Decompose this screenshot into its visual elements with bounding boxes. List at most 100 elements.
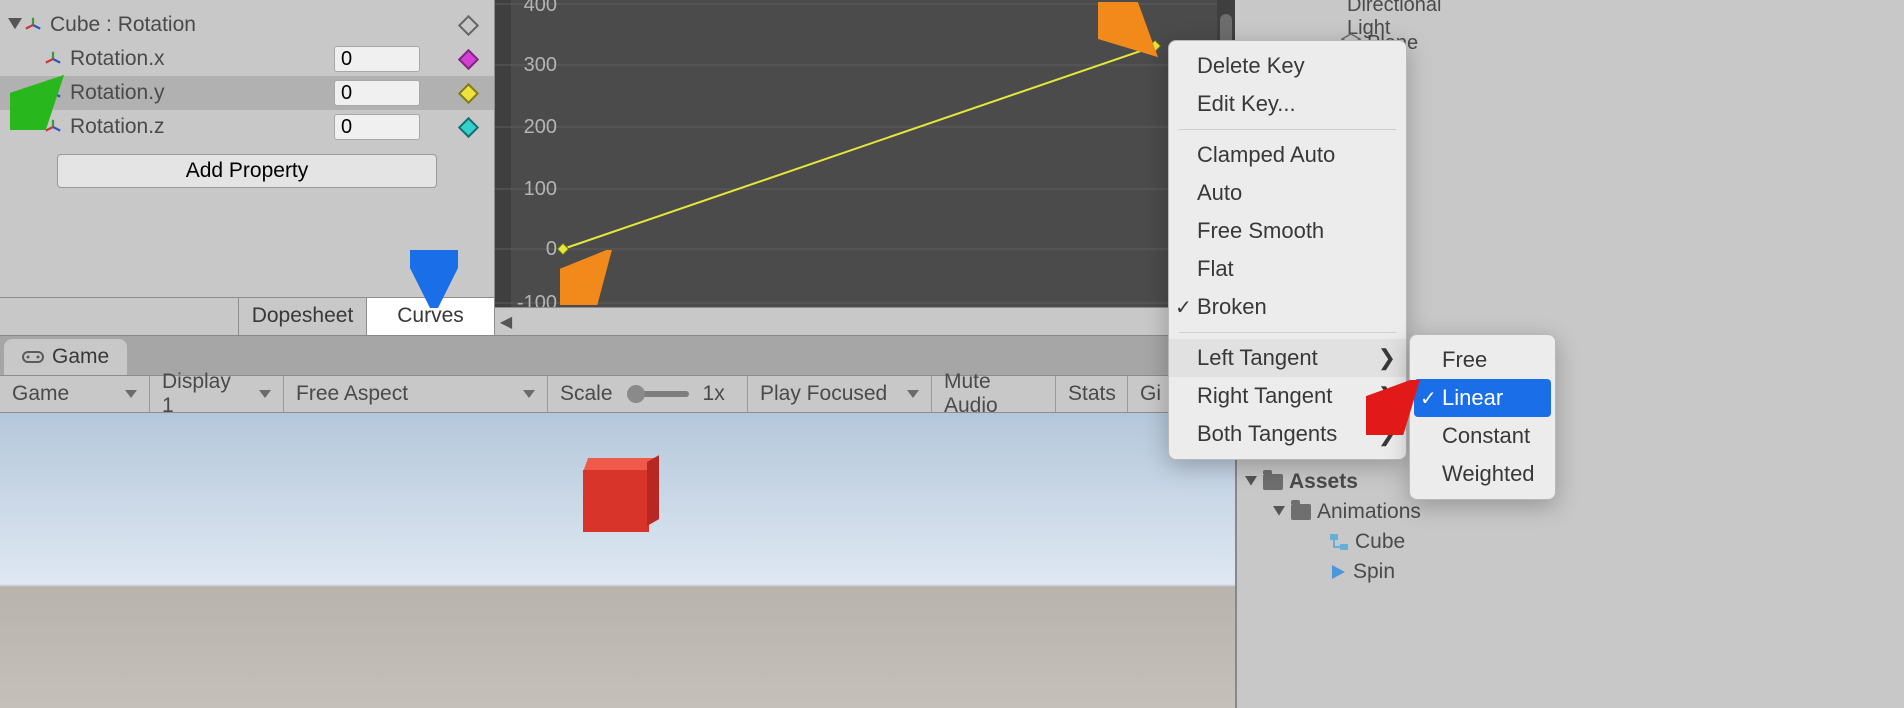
horizontal-scrollbar[interactable]: ◀ (495, 307, 1235, 335)
menu-left-tangent[interactable]: Left Tangent ❯ (1169, 339, 1406, 377)
annotation-arrow-orange (560, 250, 615, 305)
menu-separator (1179, 129, 1396, 130)
property-rotation-y[interactable]: Rotation.y (0, 76, 494, 110)
play-mode-dropdown[interactable]: Play Focused (748, 376, 932, 412)
menu-label: Free (1442, 347, 1487, 373)
y-tick-label: 300 (515, 54, 557, 77)
dropdown-label: Display 1 (162, 370, 243, 418)
menu-delete-key[interactable]: Delete Key (1169, 47, 1406, 85)
menu-label: Auto (1197, 180, 1242, 206)
scale-label: Scale (560, 382, 613, 406)
tab-game[interactable]: Game (4, 339, 127, 375)
keyframe-diamond-icon[interactable] (458, 14, 479, 35)
chevron-down-icon (125, 390, 137, 398)
game-tab-bar: Game (0, 335, 1235, 375)
property-rotation-z[interactable]: Rotation.z (0, 110, 494, 144)
aspect-dropdown[interactable]: Free Aspect (284, 376, 548, 412)
animation-root-label: Cube : Rotation (50, 13, 196, 37)
menu-separator (1179, 332, 1396, 333)
property-label: Rotation.y (70, 81, 165, 105)
stats-toggle[interactable]: Stats (1056, 376, 1128, 412)
keyframe-diamond-icon[interactable] (458, 48, 479, 69)
asset-label: Cube (1355, 530, 1405, 554)
menu-auto[interactable]: Auto (1169, 174, 1406, 212)
menu-broken[interactable]: ✓Broken (1169, 288, 1406, 326)
dropdown-label: Free Aspect (296, 382, 408, 406)
menu-label: Left Tangent (1197, 345, 1318, 371)
property-value-input[interactable] (334, 80, 420, 106)
transform-icon (24, 16, 42, 34)
property-label: Rotation.x (70, 47, 165, 71)
tangent-submenu: Free ✓Linear Constant Weighted (1409, 334, 1556, 500)
menu-label: Weighted (1442, 461, 1535, 487)
slider-knob[interactable] (627, 385, 645, 403)
folder-icon (1291, 504, 1311, 520)
chevron-down-icon (907, 390, 919, 398)
hierarchy-item[interactable]: Directional Light (1235, 4, 1435, 30)
menu-free-smooth[interactable]: Free Smooth (1169, 212, 1406, 250)
asset-label: Spin (1353, 560, 1395, 584)
assets-folder-animations[interactable]: Animations (1245, 497, 1547, 527)
animator-controller-icon (1329, 533, 1349, 551)
menu-clamped-auto[interactable]: Clamped Auto (1169, 136, 1406, 174)
submenu-constant[interactable]: Constant (1414, 417, 1551, 455)
menu-label: Edit Key... (1197, 91, 1296, 117)
dropdown-label: Game (12, 382, 69, 406)
asset-spin-clip[interactable]: Spin (1245, 557, 1547, 587)
foldout-triangle-icon[interactable] (8, 18, 22, 32)
property-rotation-x[interactable]: Rotation.x (0, 42, 494, 76)
menu-label: Free Smooth (1197, 218, 1324, 244)
animation-clip-icon (1329, 563, 1347, 581)
menu-label: Both Tangents (1197, 421, 1337, 447)
toggle-label: Stats (1068, 382, 1116, 406)
menu-edit-key[interactable]: Edit Key... (1169, 85, 1406, 123)
add-property-button[interactable]: Add Property (57, 154, 437, 188)
annotation-arrow-green (10, 75, 65, 130)
menu-flat[interactable]: Flat (1169, 250, 1406, 288)
toggle-label: Mute Audio (944, 370, 1043, 418)
game-view (0, 413, 1235, 708)
mute-audio-toggle[interactable]: Mute Audio (932, 376, 1056, 412)
display-dropdown[interactable]: Display 1 (150, 376, 284, 412)
transform-icon (44, 50, 62, 68)
animation-root-row[interactable]: Cube : Rotation (0, 8, 494, 42)
chevron-down-icon (259, 390, 271, 398)
foldout-triangle-icon[interactable] (1273, 506, 1285, 518)
gizmos-toggle[interactable]: Gi (1128, 376, 1168, 412)
chevron-down-icon (523, 390, 535, 398)
view-dropdown[interactable]: Game (0, 376, 150, 412)
property-value-input[interactable] (334, 46, 420, 72)
curve-line (563, 46, 1155, 249)
submenu-linear[interactable]: ✓Linear (1414, 379, 1551, 417)
scroll-left-icon[interactable]: ◀ (495, 312, 517, 332)
menu-label: Constant (1442, 423, 1530, 449)
menu-label: Delete Key (1197, 53, 1305, 79)
folder-label: Animations (1317, 500, 1421, 524)
menu-label: Clamped Auto (1197, 142, 1335, 168)
scale-slider[interactable]: Scale 1x (548, 376, 748, 412)
game-toolbar: Game Display 1 Free Aspect Scale 1x Play… (0, 375, 1235, 413)
tab-dopesheet[interactable]: Dopesheet (238, 298, 366, 335)
y-tick-label: 200 (515, 116, 557, 139)
rendered-cube (583, 458, 653, 528)
asset-cube-controller[interactable]: Cube (1245, 527, 1547, 557)
scale-value: 1x (703, 382, 725, 406)
property-label: Rotation.z (70, 115, 165, 139)
y-tick-label: 0 (515, 238, 557, 261)
check-icon: ✓ (1175, 295, 1192, 320)
annotation-arrow-blue (410, 250, 458, 308)
chevron-right-icon: ❯ (1378, 345, 1396, 371)
annotation-arrow-orange (1098, 2, 1158, 57)
gamepad-icon (22, 349, 44, 365)
keyframe-diamond-icon[interactable] (458, 116, 479, 137)
slider-track[interactable] (627, 391, 689, 397)
toggle-label: Gi (1140, 382, 1161, 406)
keyframe-diamond-icon[interactable] (458, 82, 479, 103)
y-tick-label: 100 (515, 178, 557, 201)
foldout-triangle-icon[interactable] (1245, 476, 1257, 488)
tab-label: Game (52, 345, 109, 369)
submenu-weighted[interactable]: Weighted (1414, 455, 1551, 493)
property-value-input[interactable] (334, 114, 420, 140)
submenu-free[interactable]: Free (1414, 341, 1551, 379)
assets-root-label: Assets (1289, 470, 1358, 494)
